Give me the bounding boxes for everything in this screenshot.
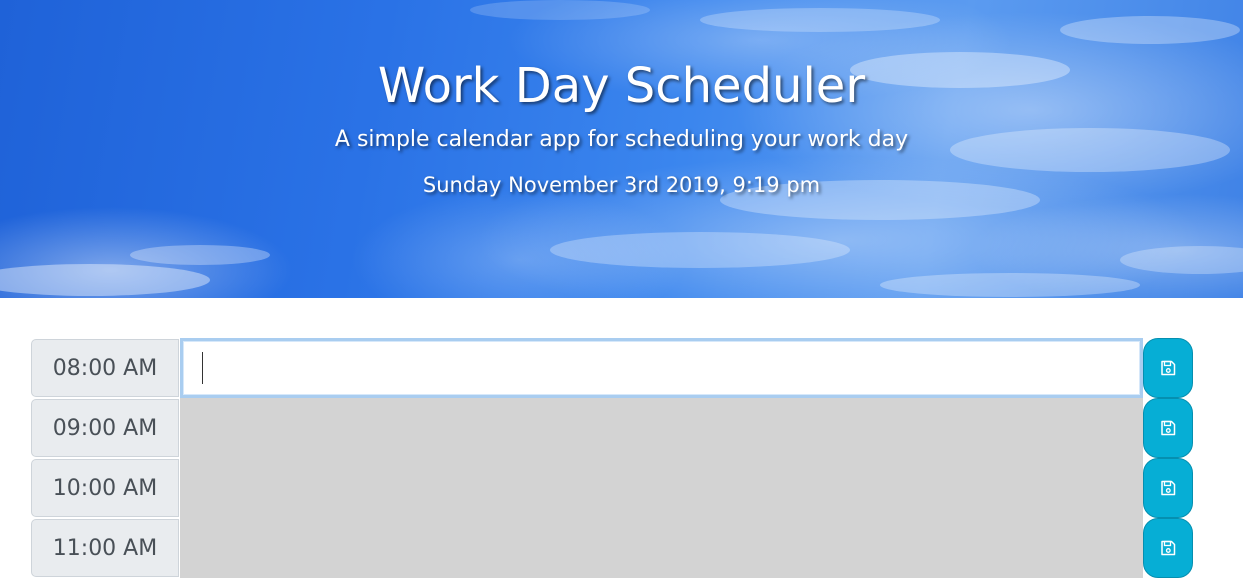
hour-label: 08:00 AM: [31, 339, 179, 397]
jumbotron-header: Work Day Scheduler A simple calendar app…: [0, 0, 1243, 298]
time-block-row: 10:00 AM: [31, 458, 1193, 518]
time-block-row: 11:00 AM: [31, 518, 1193, 578]
hour-label: 11:00 AM: [31, 519, 179, 577]
save-button[interactable]: [1143, 458, 1193, 518]
page-title: Work Day Scheduler: [377, 58, 866, 114]
hour-label: 10:00 AM: [31, 459, 179, 517]
event-input[interactable]: [180, 518, 1143, 578]
floppy-disk-icon: [1161, 480, 1176, 496]
text-cursor: [202, 352, 203, 384]
time-block-row: 09:00 AM: [31, 398, 1193, 458]
save-button[interactable]: [1143, 398, 1193, 458]
floppy-disk-icon: [1161, 360, 1176, 376]
page-subtitle: A simple calendar app for scheduling you…: [334, 127, 909, 152]
event-input[interactable]: [180, 398, 1143, 458]
event-input[interactable]: [180, 338, 1143, 398]
floppy-disk-icon: [1161, 540, 1176, 556]
time-block-row: 08:00 AM: [31, 338, 1193, 398]
hour-label: 09:00 AM: [31, 399, 179, 457]
time-block-list: 08:00 AM 09:00 AM 10:00 AM 11:00 AM: [31, 338, 1193, 578]
save-button[interactable]: [1143, 518, 1193, 578]
current-date: Sunday November 3rd 2019, 9:19 pm: [422, 173, 821, 197]
save-button[interactable]: [1143, 338, 1193, 398]
event-input[interactable]: [180, 458, 1143, 518]
floppy-disk-icon: [1161, 420, 1176, 436]
